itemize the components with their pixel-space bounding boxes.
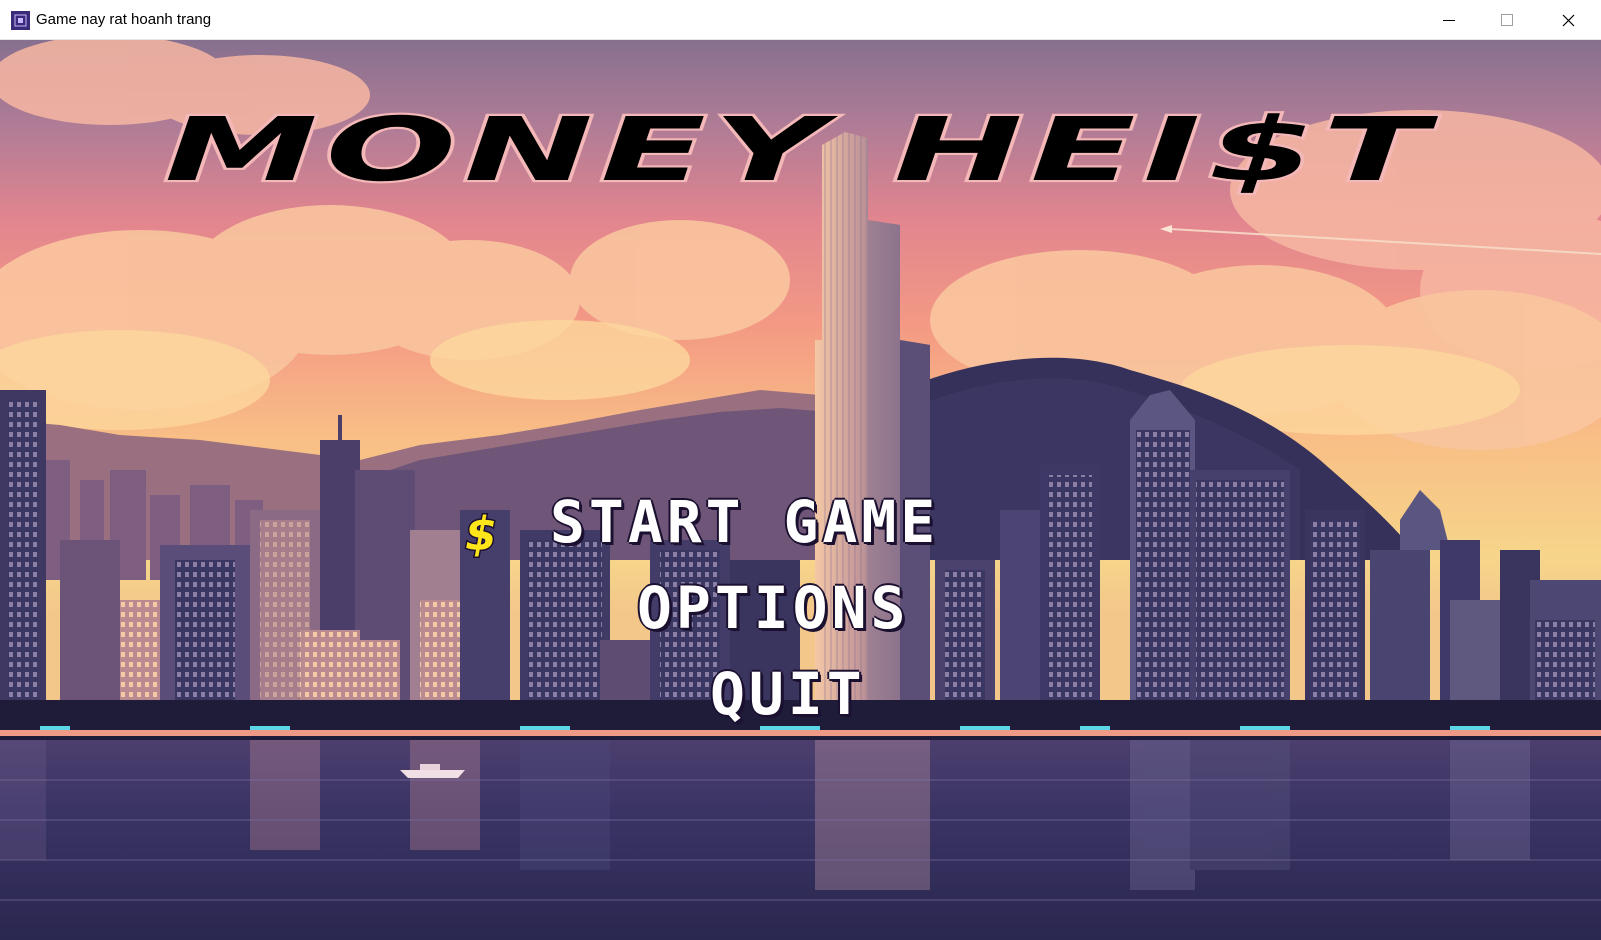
money-heist-logo: MONEY HEI$T [161,95,1438,204]
minimize-icon [1443,20,1455,21]
quit-button[interactable]: QUIT [710,660,866,728]
svg-text:MONEY HEI$T: MONEY HEI$T [164,98,1438,200]
game-window: Game nay rat hoanh trang MONEY HEI$T $ S… [0,0,1601,940]
maximize-button[interactable] [1483,0,1541,40]
options-button[interactable]: OPTIONS [637,574,909,642]
dollar-sign-icon: $ [463,510,498,558]
maximize-icon [1501,14,1513,26]
minimize-button[interactable] [1425,0,1483,40]
close-button[interactable] [1541,0,1599,40]
start-game-button[interactable]: START GAME [550,488,939,556]
close-icon [1562,14,1575,27]
game-viewport[interactable]: MONEY HEI$T $ START GAME OPTIONS QUIT [0,40,1601,940]
app-icon [11,11,30,30]
svg-text:$: $ [465,510,497,558]
title-bar[interactable]: Game nay rat hoanh trang [0,0,1601,40]
window-title: Game nay rat hoanh trang [36,11,212,28]
